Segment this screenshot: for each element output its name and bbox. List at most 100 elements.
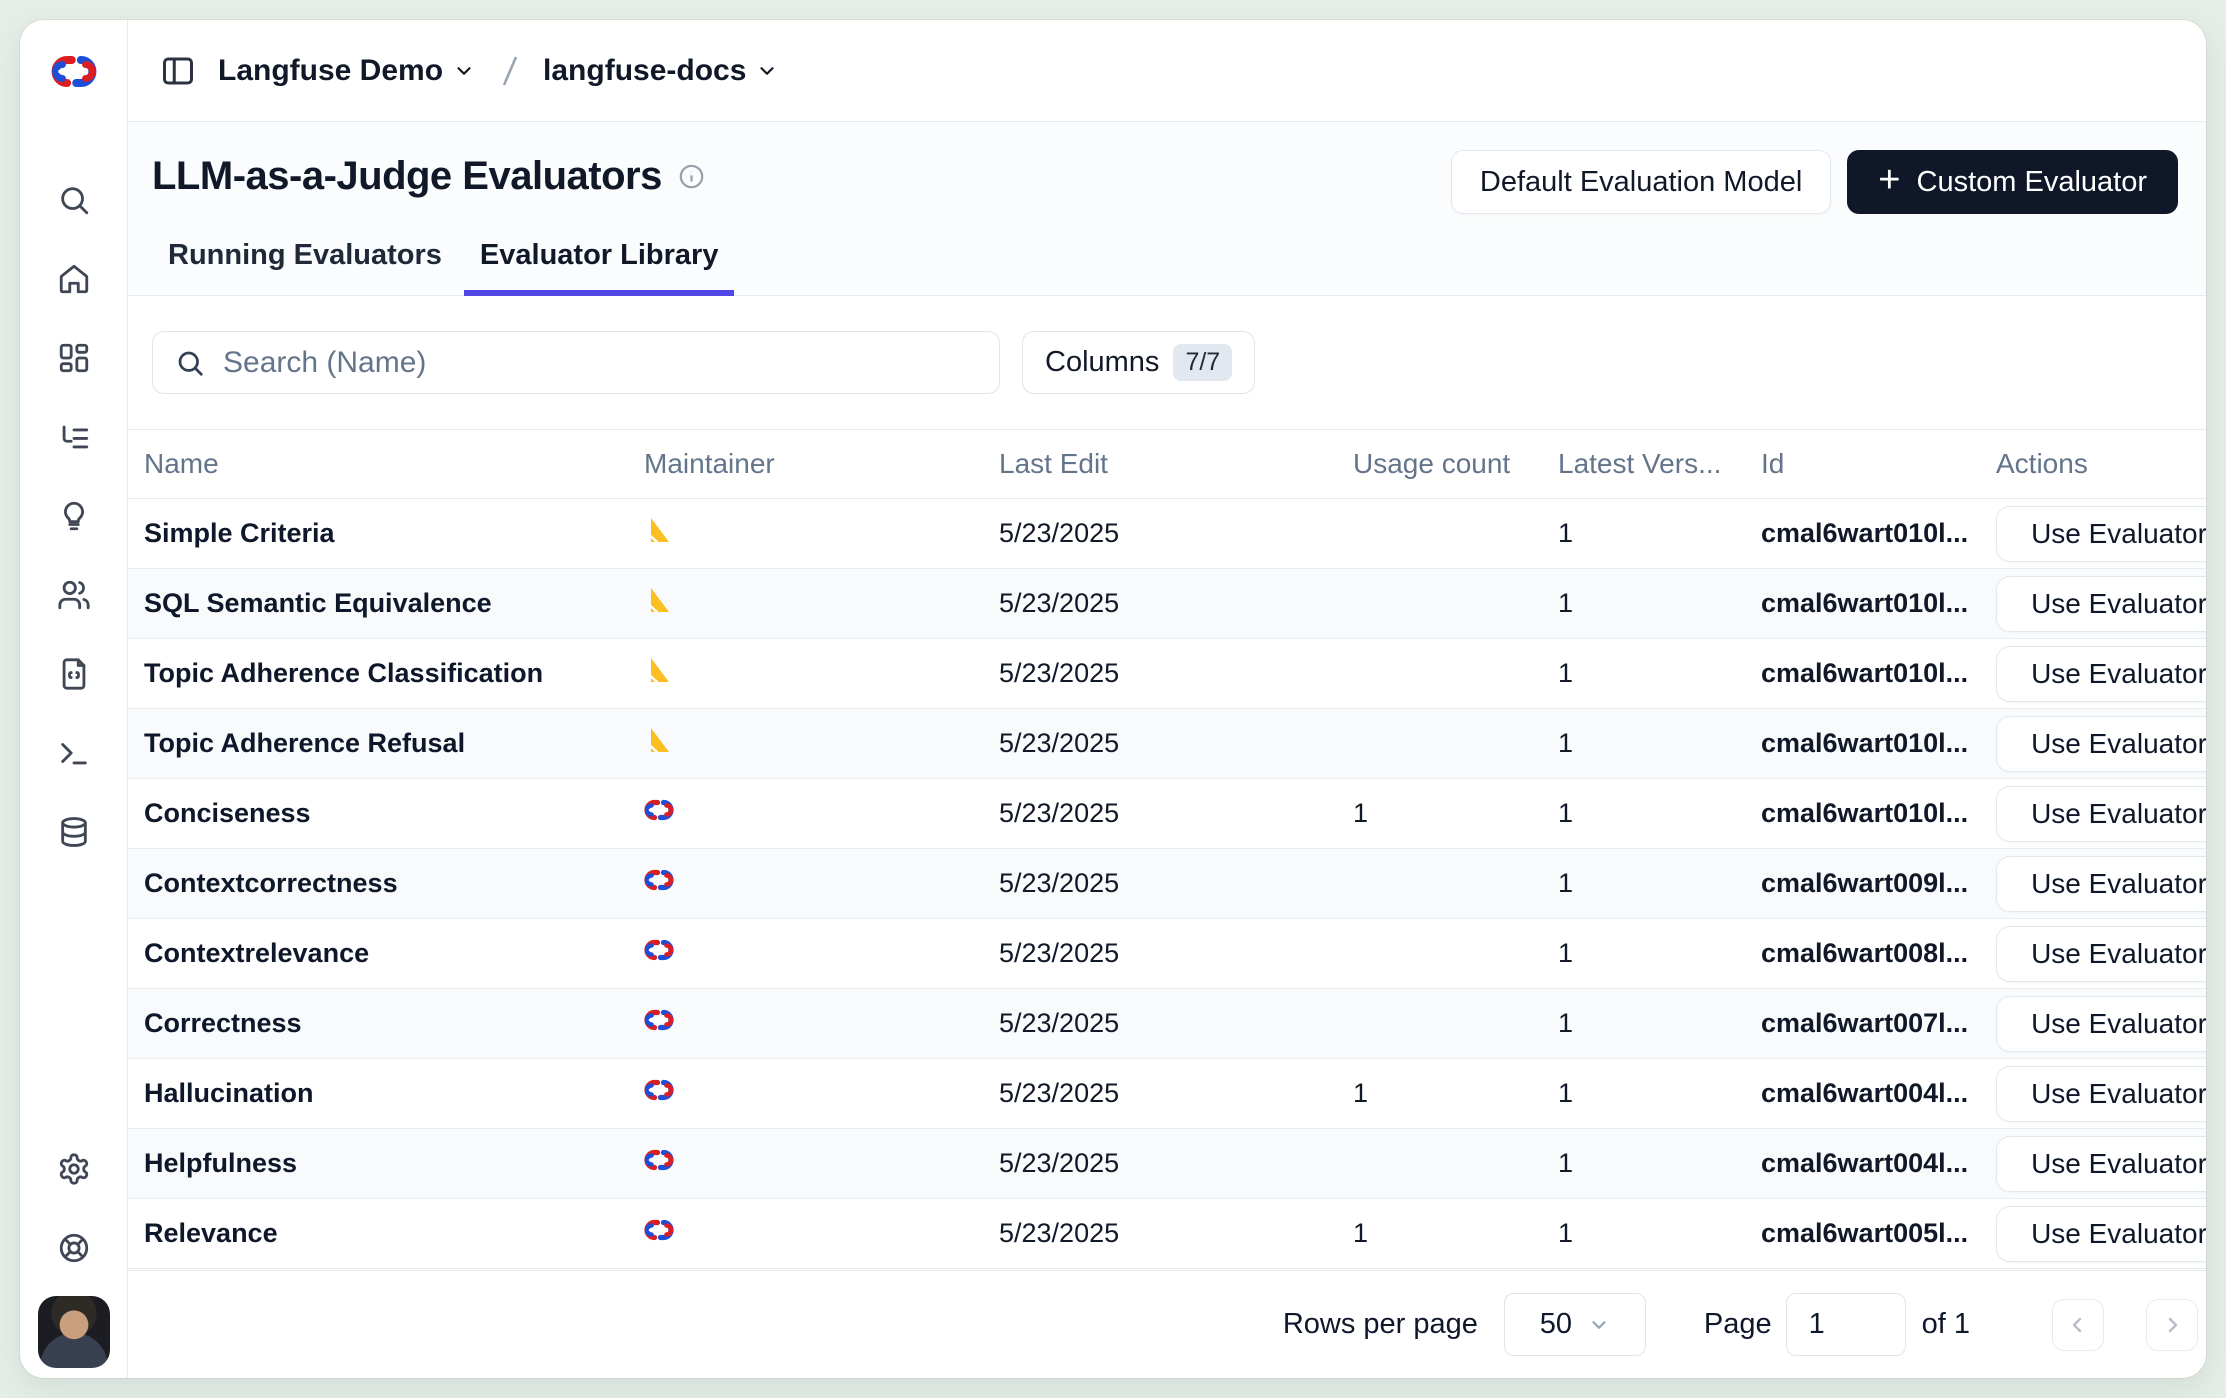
table-row[interactable]: Correctness 5/23/2025 1 cmal6wart007l...… <box>128 989 2206 1059</box>
actions-cell: Use Evaluator <box>1996 1136 2206 1192</box>
use-evaluator-button[interactable]: Use Evaluator <box>1996 576 2206 632</box>
latest-version: 1 <box>1558 1008 1761 1039</box>
columns-button[interactable]: Columns 7/7 <box>1022 331 1255 394</box>
chevron-right-icon <box>2160 1313 2184 1337</box>
use-evaluator-button[interactable]: Use Evaluator <box>1996 1066 2206 1122</box>
use-evaluator-button[interactable]: Use Evaluator <box>1996 856 2206 912</box>
table-row[interactable]: Topic Adherence Classification 5/23/2025… <box>128 639 2206 709</box>
columns-count-badge: 7/7 <box>1173 344 1232 381</box>
ragas-icon <box>644 725 674 755</box>
info-icon[interactable] <box>678 163 705 190</box>
langfuse-icon <box>644 1075 674 1105</box>
search-icon <box>175 348 205 378</box>
default-evaluation-model-button[interactable]: Default Evaluation Model <box>1451 150 1831 214</box>
table-row[interactable]: SQL Semantic Equivalence 5/23/2025 1 cma… <box>128 569 2206 639</box>
latest-version: 1 <box>1558 868 1761 899</box>
column-header-maintainer: Maintainer <box>644 448 999 480</box>
evaluator-name: Hallucination <box>128 1078 644 1109</box>
sidebar-item-support[interactable] <box>50 1224 98 1272</box>
use-evaluator-button[interactable]: Use Evaluator <box>1996 716 2206 772</box>
actions-cell: Use Evaluator <box>1996 1206 2206 1262</box>
maintainer-cell <box>644 655 999 692</box>
evaluator-name: Contextrelevance <box>128 938 644 969</box>
sidebar-item-home[interactable] <box>50 255 98 303</box>
column-header-name: Name <box>128 448 644 480</box>
sidebar-item-datasets[interactable] <box>50 650 98 698</box>
use-evaluator-button[interactable]: Use Evaluator <box>1996 996 2206 1052</box>
actions-cell: Use Evaluator <box>1996 506 2206 562</box>
project-selector[interactable]: langfuse-docs <box>543 54 778 88</box>
last-edit-date: 5/23/2025 <box>999 588 1353 619</box>
langfuse-icon <box>644 865 674 895</box>
use-evaluator-button[interactable]: Use Evaluator <box>1996 506 2206 562</box>
sidebar-nav <box>50 176 98 887</box>
maintainer-cell <box>644 1215 999 1252</box>
use-evaluator-button[interactable]: Use Evaluator <box>1996 786 2206 842</box>
table-row[interactable]: Relevance 5/23/2025 1 1 cmal6wart005l...… <box>128 1199 2206 1269</box>
custom-evaluator-button[interactable]: + Custom Evaluator <box>1847 150 2178 214</box>
org-selector[interactable]: Langfuse Demo <box>218 54 475 88</box>
evaluator-id: cmal6wart005l... <box>1761 1218 1996 1249</box>
ragas-icon <box>644 515 674 545</box>
maintainer-cell <box>644 725 999 762</box>
langfuse-icon <box>644 935 674 965</box>
evaluator-name: SQL Semantic Equivalence <box>128 588 644 619</box>
evaluator-name: Topic Adherence Refusal <box>128 728 644 759</box>
next-page-button[interactable] <box>2146 1299 2198 1351</box>
latest-version: 1 <box>1558 588 1761 619</box>
column-header-id: Id <box>1761 448 1996 480</box>
sidebar-item-search[interactable] <box>50 176 98 224</box>
rows-per-page-select[interactable]: 50 <box>1504 1293 1646 1356</box>
maintainer-cell <box>644 795 999 832</box>
table-row[interactable]: Conciseness 5/23/2025 1 1 cmal6wart010l.… <box>128 779 2206 849</box>
sidebar-item-dashboards[interactable] <box>50 334 98 382</box>
table-row[interactable]: Contextrelevance 5/23/2025 1 cmal6wart00… <box>128 919 2206 989</box>
sidebar-item-database[interactable] <box>50 808 98 856</box>
column-header-usage-count: Usage count <box>1353 448 1558 480</box>
actions-cell: Use Evaluator <box>1996 646 2206 702</box>
sidebar-item-playground[interactable] <box>50 729 98 777</box>
table-footer: Rows per page 50 Page of 1 <box>128 1270 2206 1378</box>
table-body: Simple Criteria 5/23/2025 1 cmal6wart010… <box>128 499 2206 1270</box>
sidebar-item-users[interactable] <box>50 571 98 619</box>
table-row[interactable]: Topic Adherence Refusal 5/23/2025 1 cmal… <box>128 709 2206 779</box>
file-code-icon <box>57 657 91 691</box>
actions-cell: Use Evaluator <box>1996 856 2206 912</box>
latest-version: 1 <box>1558 518 1761 549</box>
sidebar-toggle-icon[interactable] <box>160 53 196 89</box>
maintainer-cell <box>644 515 999 552</box>
tab-evaluator-library[interactable]: Evaluator Library <box>464 239 735 296</box>
evaluator-id: cmal6wart010l... <box>1761 658 1996 689</box>
previous-page-button[interactable] <box>2052 1299 2104 1351</box>
use-evaluator-button[interactable]: Use Evaluator <box>1996 1206 2206 1262</box>
latest-version: 1 <box>1558 798 1761 829</box>
page-header: LLM-as-a-Judge Evaluators Default Evalua… <box>128 122 2206 296</box>
sidebar-item-evaluation[interactable] <box>50 492 98 540</box>
use-evaluator-button[interactable]: Use Evaluator <box>1996 646 2206 702</box>
table-row[interactable]: Simple Criteria 5/23/2025 1 cmal6wart010… <box>128 499 2206 569</box>
sidebar-item-tracing[interactable] <box>50 413 98 461</box>
search-box[interactable] <box>152 331 1000 394</box>
actions-cell: Use Evaluator <box>1996 786 2206 842</box>
chevron-down-icon <box>1588 1314 1610 1336</box>
latest-version: 1 <box>1558 1078 1761 1109</box>
use-evaluator-button[interactable]: Use Evaluator <box>1996 926 2206 982</box>
langfuse-icon <box>644 1215 674 1245</box>
actions-cell: Use Evaluator <box>1996 926 2206 982</box>
user-avatar[interactable] <box>38 1296 110 1368</box>
maintainer-cell <box>644 865 999 902</box>
table-header: Name Maintainer Last Edit Usage count La… <box>128 429 2206 499</box>
sidebar-item-settings[interactable] <box>50 1145 98 1193</box>
page-title: LLM-as-a-Judge Evaluators <box>152 154 662 199</box>
langfuse-logo[interactable] <box>20 20 127 122</box>
search-input[interactable] <box>223 346 977 380</box>
tab-running-evaluators[interactable]: Running Evaluators <box>152 239 458 296</box>
tab-bar: Running Evaluators Evaluator Library <box>152 239 734 296</box>
plus-icon: + <box>1878 161 1900 199</box>
table-row[interactable]: Contextcorrectness 5/23/2025 1 cmal6wart… <box>128 849 2206 919</box>
use-evaluator-button[interactable]: Use Evaluator <box>1996 1136 2206 1192</box>
table-row[interactable]: Hallucination 5/23/2025 1 1 cmal6wart004… <box>128 1059 2206 1129</box>
actions-cell: Use Evaluator <box>1996 716 2206 772</box>
table-row[interactable]: Helpfulness 5/23/2025 1 cmal6wart004l...… <box>128 1129 2206 1199</box>
page-number-input[interactable] <box>1786 1293 1906 1356</box>
